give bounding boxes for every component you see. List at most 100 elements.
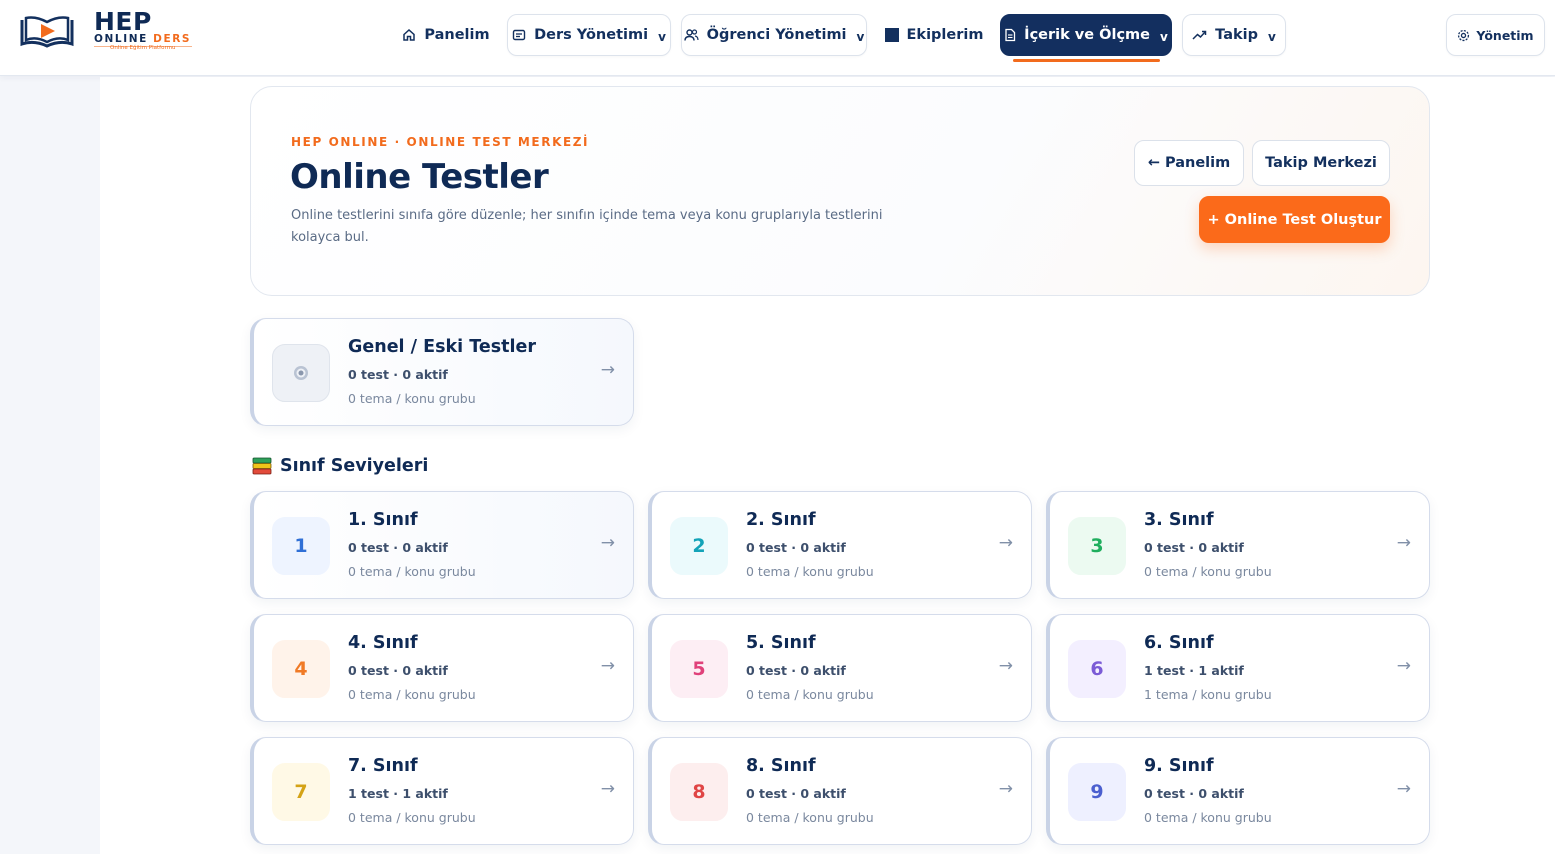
arrow-right-icon: → (998, 779, 1013, 799)
brand-line-online: ONLINE (94, 33, 148, 45)
nav-ders-label: Ders Yönetimi (534, 27, 649, 43)
page-eyebrow: HEP ONLINE · ONLINE TEST MERKEZİ (291, 135, 590, 149)
trend-up-icon (1192, 30, 1207, 40)
grade-card-stats: 1 test · 1 aktif (1144, 663, 1244, 678)
nav-panelim-label: Panelim (424, 27, 490, 43)
grade-card-stats: 0 test · 0 aktif (1144, 540, 1244, 555)
grade-card-groups: 0 tema / konu grubu (348, 687, 476, 702)
page-header-card: HEP ONLINE · ONLINE TEST MERKEZİ Online … (250, 86, 1430, 296)
active-nav-indicator (1013, 59, 1160, 62)
grade-card-title: 3. Sınıf (1144, 510, 1214, 530)
grade-card-2[interactable]: 2 2. Sınıf 0 test · 0 aktif 0 tema / kon… (648, 491, 1032, 599)
grade-card-1[interactable]: 1 1. Sınıf 0 test · 0 aktif 0 tema / kon… (250, 491, 634, 599)
grade-number-badge: 4 (272, 640, 330, 698)
grade-card-title: 4. Sınıf (348, 633, 418, 653)
nav-ders-yonetimi[interactable]: Ders Yönetimi v (507, 14, 671, 56)
grade-card-9[interactable]: 9 9. Sınıf 0 test · 0 aktif 0 tema / kon… (1046, 737, 1430, 845)
grade-levels-heading: Sınıf Seviyeleri (252, 456, 428, 476)
chevron-down-icon: v (856, 29, 865, 44)
grade-card-title: 6. Sınıf (1144, 633, 1214, 653)
arrow-right-icon: → (600, 533, 615, 553)
brand-name: HEP (94, 7, 152, 36)
nav-ekiplerim[interactable]: Ekiplerim (880, 14, 988, 56)
chevron-down-icon: v (1159, 29, 1168, 44)
target-icon (272, 344, 330, 402)
arrow-right-icon: → (600, 779, 615, 799)
grade-card-title: 9. Sınıf (1144, 756, 1214, 776)
grade-card-4[interactable]: 4 4. Sınıf 0 test · 0 aktif 0 tema / kon… (250, 614, 634, 722)
grade-number-badge: 1 (272, 517, 330, 575)
general-card-title: Genel / Eski Testler (348, 337, 536, 357)
general-tests-card[interactable]: Genel / Eski Testler 0 test · 0 aktif 0 … (250, 318, 634, 426)
arrow-right-icon: → (998, 656, 1013, 676)
general-card-groups: 0 tema / konu grubu (348, 391, 476, 406)
nav-yonetim[interactable]: Yönetim (1446, 14, 1545, 56)
home-icon (403, 28, 416, 41)
top-navigation-bar: HEP ONLINE DERS Online Eğitim Platformu … (0, 0, 1555, 76)
nav-icerik-label: İçerik ve Ölçme (1024, 27, 1150, 43)
page-description: Online testlerini sınıfa göre düzenle; h… (291, 208, 883, 245)
create-online-test-button[interactable]: + Online Test Oluştur (1199, 196, 1390, 243)
grade-number-badge: 7 (272, 763, 330, 821)
grade-card-stats: 0 test · 0 aktif (348, 540, 448, 555)
brand-logo[interactable]: HEP ONLINE DERS Online Eğitim Platformu (18, 7, 192, 54)
team-square-icon (884, 28, 899, 42)
grade-number-badge: 5 (670, 640, 728, 698)
nav-panelim[interactable]: Panelim (398, 14, 494, 56)
nav-takip-label: Takip (1215, 27, 1258, 43)
nav-ogrenci-label: Öğrenci Yönetimi (706, 27, 847, 43)
brand-tagline: Online Eğitim Platformu (110, 45, 176, 51)
grade-number-badge: 2 (670, 517, 728, 575)
arrow-right-icon: → (1396, 533, 1411, 553)
brand-line: ONLINE DERS (94, 33, 191, 45)
grade-number-badge: 9 (1068, 763, 1126, 821)
nav-icerik-ve-olcme[interactable]: İçerik ve Ölçme v (1000, 14, 1172, 56)
grade-card-groups: 0 tema / konu grubu (746, 810, 874, 825)
nav-yonetim-label: Yönetim (1476, 27, 1534, 43)
grade-card-stats: 0 test · 0 aktif (746, 540, 846, 555)
grade-card-8[interactable]: 8 8. Sınıf 0 test · 0 aktif 0 tema / kon… (648, 737, 1032, 845)
arrow-right-icon: → (1396, 656, 1411, 676)
target-icon-shape (294, 366, 308, 380)
users-icon (683, 29, 699, 41)
grade-card-7[interactable]: 7 7. Sınıf 1 test · 1 aktif 0 tema / kon… (250, 737, 634, 845)
file-icon (1005, 28, 1016, 42)
grade-card-stats: 0 test · 0 aktif (348, 663, 448, 678)
arrow-right-icon: → (1396, 779, 1411, 799)
grade-card-6[interactable]: 6 6. Sınıf 1 test · 1 aktif 1 tema / kon… (1046, 614, 1430, 722)
grade-number-badge: 6 (1068, 640, 1126, 698)
grade-card-stats: 0 test · 0 aktif (1144, 786, 1244, 801)
grade-card-title: 2. Sınıf (746, 510, 816, 530)
grade-card-stats: 0 test · 0 aktif (746, 786, 846, 801)
brand-line-ders: DERS (153, 33, 192, 45)
back-to-panel-button[interactable]: ← Panelim (1134, 140, 1244, 186)
nav-ekip-label: Ekiplerim (906, 27, 984, 43)
grade-card-title: 8. Sınıf (746, 756, 816, 776)
grade-card-groups: 0 tema / konu grubu (1144, 564, 1272, 579)
grade-card-title: 1. Sınıf (348, 510, 418, 530)
grade-number-badge: 8 (670, 763, 728, 821)
chevron-down-icon: v (658, 29, 666, 44)
books-stack-icon (252, 457, 272, 475)
grade-card-groups: 0 tema / konu grubu (348, 564, 476, 579)
chevron-down-icon: v (1267, 29, 1276, 44)
grade-card-title: 5. Sınıf (746, 633, 816, 653)
gear-icon (1458, 29, 1470, 41)
grade-number-badge: 3 (1068, 517, 1126, 575)
document-icon (512, 29, 526, 41)
general-card-stats: 0 test · 0 aktif (348, 367, 448, 382)
nav-takip[interactable]: Takip v (1182, 14, 1286, 56)
grade-levels-heading-label: Sınıf Seviyeleri (280, 456, 429, 476)
nav-ogrenci-yonetimi[interactable]: Öğrenci Yönetimi v (681, 14, 867, 56)
grade-card-3[interactable]: 3 3. Sınıf 0 test · 0 aktif 0 tema / kon… (1046, 491, 1430, 599)
page-title: Online Testler (290, 157, 549, 197)
grade-card-5[interactable]: 5 5. Sınıf 0 test · 0 aktif 0 tema / kon… (648, 614, 1032, 722)
grade-card-groups: 0 tema / konu grubu (746, 564, 874, 579)
grade-card-title: 7. Sınıf (348, 756, 418, 776)
grade-card-groups: 0 tema / konu grubu (348, 810, 476, 825)
tracking-center-button[interactable]: Takip Merkezi (1252, 140, 1390, 186)
grade-card-groups: 1 tema / konu grubu (1144, 687, 1272, 702)
open-book-play-icon (20, 16, 74, 48)
grade-card-groups: 0 tema / konu grubu (746, 687, 874, 702)
grade-card-stats: 1 test · 1 aktif (348, 786, 448, 801)
